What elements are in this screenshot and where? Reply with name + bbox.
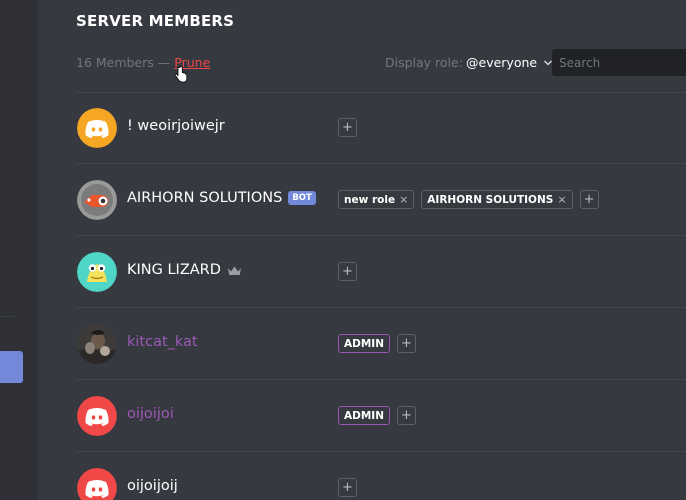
page-title: SERVER MEMBERS xyxy=(76,12,235,30)
role-tag: ADMIN xyxy=(338,334,390,353)
member-name: oijoijoi xyxy=(127,406,174,422)
member-avatar[interactable] xyxy=(77,180,117,220)
member-name: ! weoirjoiwejr xyxy=(127,118,225,134)
add-role-button[interactable]: + xyxy=(397,406,416,425)
remove-role-icon[interactable]: × xyxy=(557,193,566,206)
member-name: oijoijoij xyxy=(127,478,178,494)
discord-logo-icon xyxy=(77,396,117,436)
airhorn-avatar-icon xyxy=(77,180,117,220)
bot-badge: BOT xyxy=(288,191,316,205)
member-roles: ADMIN + xyxy=(338,406,416,425)
discord-logo-icon xyxy=(77,108,117,148)
member-avatar[interactable] xyxy=(77,252,117,292)
role-tag: AIRHORN SOLUTIONS × xyxy=(421,190,573,209)
member-roles: + xyxy=(338,262,357,281)
add-role-button[interactable]: + xyxy=(338,262,357,281)
member-row[interactable]: ! weoirjoiwejr + xyxy=(76,92,686,164)
sidebar-divider xyxy=(0,316,14,317)
add-role-button[interactable]: + xyxy=(579,190,599,209)
display-role-dropdown[interactable]: @everyone xyxy=(466,55,553,70)
member-avatar[interactable] xyxy=(77,324,117,364)
member-row[interactable]: kitcat_kat ADMIN + xyxy=(76,308,686,380)
member-count: 16 Members — Prune xyxy=(76,55,210,70)
search-input[interactable] xyxy=(552,49,686,76)
member-avatar[interactable] xyxy=(77,108,117,148)
member-roles: ADMIN + xyxy=(338,334,416,353)
hand-cursor-icon xyxy=(174,66,188,83)
member-row[interactable]: oijoijoi ADMIN + xyxy=(76,380,686,452)
member-name: kitcat_kat xyxy=(127,334,198,350)
role-tag: ADMIN xyxy=(338,406,390,425)
member-name: KING LIZARD xyxy=(127,262,242,278)
add-role-button[interactable]: + xyxy=(338,118,357,137)
display-role-label: Display role: xyxy=(385,55,463,70)
role-tag: new role × xyxy=(338,190,415,209)
add-role-button[interactable]: + xyxy=(338,478,357,497)
member-roles: + xyxy=(338,478,357,497)
member-avatar[interactable] xyxy=(77,396,117,436)
member-name: AIRHORN SOLUTIONS BOT xyxy=(127,190,316,206)
member-row[interactable]: oijoijoij + xyxy=(76,452,686,500)
remove-role-icon[interactable]: × xyxy=(399,193,408,206)
display-role-value: @everyone xyxy=(466,55,538,70)
crown-icon xyxy=(227,266,241,275)
member-avatar[interactable] xyxy=(77,468,117,500)
member-search[interactable] xyxy=(552,49,686,76)
lizard-avatar-icon xyxy=(77,252,117,292)
add-role-button[interactable]: + xyxy=(397,334,416,353)
channel-sidebar xyxy=(0,0,38,500)
member-row[interactable]: AIRHORN SOLUTIONS BOT new role × AIRHORN… xyxy=(76,164,686,236)
member-row[interactable]: KING LIZARD + xyxy=(76,236,686,308)
sidebar-selected-item[interactable] xyxy=(0,351,23,383)
member-roles: new role × AIRHORN SOLUTIONS × + xyxy=(338,190,599,209)
discord-logo-icon xyxy=(77,468,117,500)
photo-avatar-icon xyxy=(77,324,117,364)
member-roles: + xyxy=(338,118,357,137)
member-count-text: 16 Members — xyxy=(76,55,175,70)
